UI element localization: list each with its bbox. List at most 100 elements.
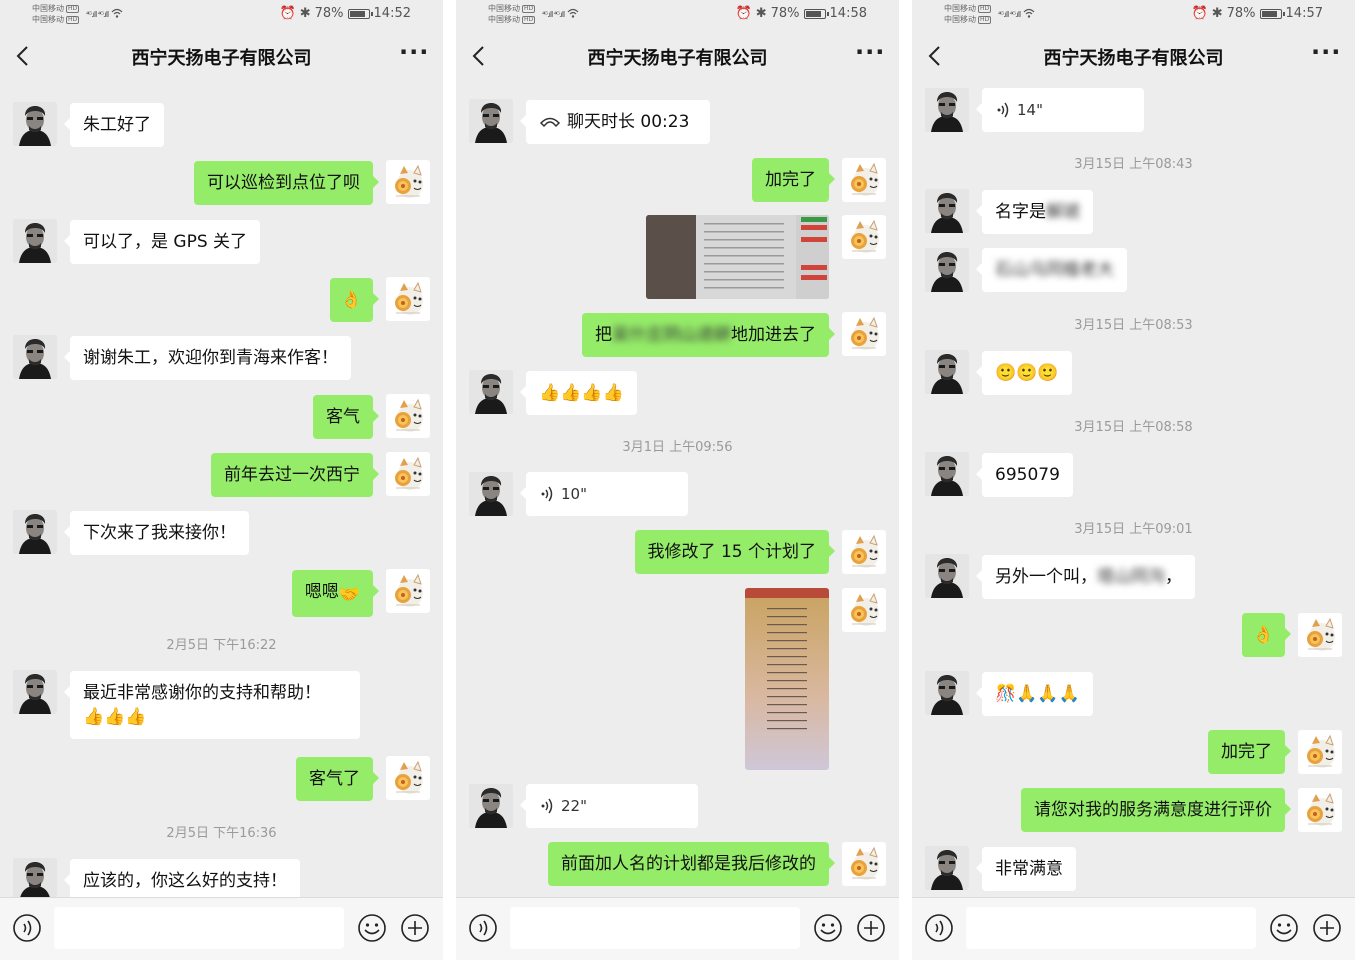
emoji-bubble[interactable]: 🎊🙏🙏🙏 (976, 672, 1093, 716)
message-bubble[interactable]: 谢谢朱工，欢迎你到青海来作客！ (64, 336, 351, 380)
contact-avatar[interactable] (13, 670, 57, 714)
message-bubble[interactable]: 客气了 (296, 757, 379, 801)
back-arrow-icon[interactable] (924, 43, 948, 69)
contact-avatar[interactable] (469, 472, 513, 516)
chat-screen-2: 中国移动 HD 中国移动 HD ⁴ᴳ.ıll ⁴ᴳ.ıll ⏰ ✱ 78% 14:5… (456, 0, 899, 960)
message-bubble[interactable]: 695079 (976, 453, 1073, 497)
contact-avatar[interactable] (925, 671, 969, 715)
timestamp: 3月1日 上午09:56 (622, 440, 733, 455)
message-bubble[interactable]: 前面加人名的计划都是我后修改的 (548, 842, 835, 886)
emoji-picker-icon[interactable] (813, 913, 843, 943)
message-bubble[interactable]: 客气 (313, 395, 379, 439)
contact-avatar[interactable] (469, 99, 513, 143)
plus-icon[interactable] (856, 913, 886, 943)
message-text: 另外一个叫， (995, 567, 1097, 587)
voice-message[interactable]: 14" (976, 88, 1144, 132)
voice-message[interactable]: 10" (520, 472, 688, 516)
back-arrow-icon[interactable] (12, 43, 36, 69)
battery-icon (347, 8, 373, 19)
self-avatar[interactable] (386, 756, 430, 800)
message-text: 名字是 (995, 202, 1046, 222)
phone-hangup-icon (539, 117, 561, 128)
contact-avatar[interactable] (469, 784, 513, 828)
emoji-bubble[interactable]: 👍👍👍👍 (520, 371, 637, 415)
divider (899, 0, 912, 960)
message-bubble[interactable]: 朱工好了 (64, 103, 164, 147)
self-avatar[interactable] (842, 530, 886, 574)
contact-avatar[interactable] (469, 370, 513, 414)
contact-avatar[interactable] (13, 102, 57, 146)
more-options-icon[interactable]: ··· (399, 40, 429, 66)
self-avatar[interactable] (842, 588, 886, 632)
message-input[interactable] (966, 907, 1256, 949)
more-options-icon[interactable]: ··· (1311, 40, 1341, 66)
contact-avatar[interactable] (13, 335, 57, 379)
message-bubble[interactable]: 非常满意 (976, 847, 1076, 891)
voice-input-icon[interactable] (924, 913, 954, 943)
self-avatar[interactable] (1298, 613, 1342, 657)
contact-avatar[interactable] (925, 88, 969, 132)
message-bubble[interactable]: 加完了 (752, 158, 835, 202)
battery-icon (803, 8, 829, 19)
message-bubble[interactable]: 名字是解琥 (976, 190, 1093, 234)
plus-icon[interactable] (400, 913, 430, 943)
signal-icon: ⁴ᴳ.ıll ⁴ᴳ.ıll (998, 7, 1035, 19)
message-bubble[interactable]: 前年去过一次西宁 (211, 453, 379, 497)
image-message[interactable] (646, 215, 829, 299)
contact-avatar[interactable] (925, 554, 969, 598)
redacted-text: 石山乌同植老大 (995, 260, 1114, 280)
hd-badge: HD (66, 16, 80, 24)
timestamp: 3月15日 上午09:01 (1074, 522, 1193, 537)
message-input[interactable] (54, 907, 344, 949)
bluetooth-icon: ✱ (299, 6, 311, 21)
self-avatar[interactable] (1298, 788, 1342, 832)
contact-avatar[interactable] (925, 350, 969, 394)
timestamp: 2月5日 下午16:36 (166, 826, 277, 841)
message-bubble[interactable]: 加完了 (1208, 730, 1291, 774)
self-avatar[interactable] (386, 160, 430, 204)
self-avatar[interactable] (842, 215, 886, 259)
emoji-bubble[interactable]: 🙂🙂🙂 (976, 351, 1072, 395)
emoji-picker-icon[interactable] (357, 913, 387, 943)
back-arrow-icon[interactable] (468, 43, 492, 69)
carrier-label: 中国移动 HD 中国移动 HD (488, 3, 536, 25)
contact-avatar[interactable] (13, 219, 57, 263)
contact-avatar[interactable] (13, 510, 57, 554)
voice-input-icon[interactable] (12, 913, 42, 943)
wifi-icon (567, 8, 579, 18)
message-input[interactable] (510, 907, 800, 949)
more-options-icon[interactable]: ··· (855, 40, 885, 66)
self-avatar[interactable] (386, 452, 430, 496)
contact-avatar[interactable] (925, 452, 969, 496)
emoji-bubble[interactable]: 👌 (329, 278, 380, 322)
contact-avatar[interactable] (925, 846, 969, 890)
self-avatar[interactable] (1298, 730, 1342, 774)
call-record-bubble[interactable]: 聊天时长 00:23 (520, 100, 710, 144)
signal-text: ⁴ᴳ.ıll ⁴ᴳ.ıll (86, 10, 109, 19)
message-bubble[interactable]: 石山乌同植老大 (976, 248, 1127, 292)
self-avatar[interactable] (842, 158, 886, 202)
self-avatar[interactable] (842, 842, 886, 886)
emoji-picker-icon[interactable] (1269, 913, 1299, 943)
message-bubble[interactable]: 另外一个叫，塔山同沟， (976, 555, 1195, 599)
emoji-bubble[interactable]: 👌 (1241, 613, 1292, 657)
self-avatar[interactable] (386, 277, 430, 321)
self-avatar[interactable] (386, 569, 430, 613)
self-avatar[interactable] (386, 394, 430, 438)
contact-avatar[interactable] (13, 858, 57, 902)
message-bubble[interactable]: 下次来了我来接你！ (64, 511, 249, 555)
plus-icon[interactable] (1312, 913, 1342, 943)
message-bubble[interactable]: 可以巡检到点位了呗 (194, 161, 379, 205)
image-message[interactable] (745, 588, 829, 770)
message-bubble[interactable]: 请您对我的服务满意度进行评价 (1021, 788, 1291, 832)
message-bubble[interactable]: 最近非常感谢你的支持和帮助！ 👍👍👍 (64, 671, 360, 739)
message-bubble[interactable]: 把吴什庄阴山退耕地加进去了 (582, 313, 835, 357)
self-avatar[interactable] (842, 312, 886, 356)
message-bubble[interactable]: 可以了，是 GPS 关了 (63, 220, 261, 264)
voice-message[interactable]: 22" (520, 784, 698, 828)
contact-avatar[interactable] (925, 248, 969, 292)
message-bubble[interactable]: 我修改了 15 个计划了 (634, 530, 836, 574)
voice-input-icon[interactable] (468, 913, 498, 943)
contact-avatar[interactable] (925, 189, 969, 233)
message-bubble[interactable]: 嗯嗯🤝 (291, 570, 380, 617)
